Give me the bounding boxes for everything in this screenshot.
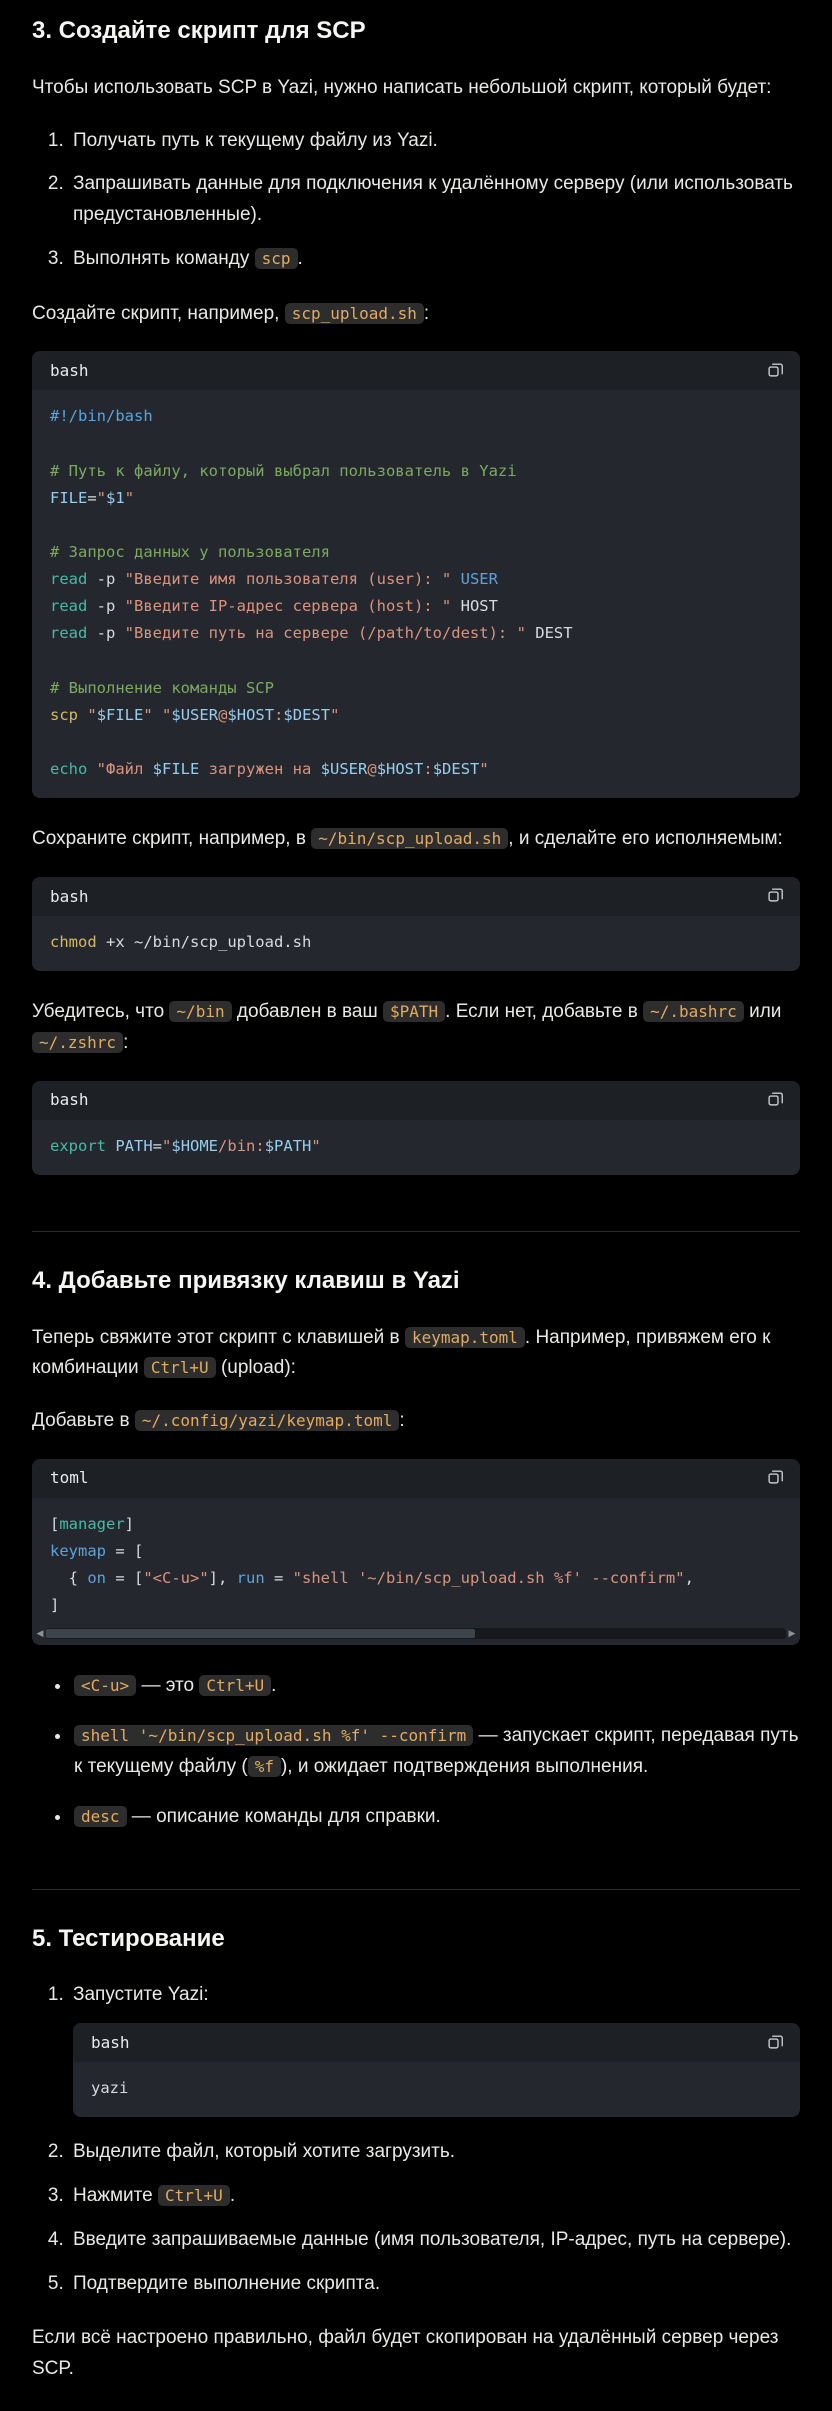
copy-button[interactable] bbox=[765, 1466, 786, 1490]
scrollbar-right-arrow-icon[interactable]: ▶ bbox=[786, 1627, 798, 1640]
list-item: Введите запрашиваемые данные (имя пользо… bbox=[69, 2225, 800, 2256]
code-block-export-path: bash export PATH="$HOME/bin:$PATH" bbox=[32, 1081, 800, 1175]
section-4-bullets-list: <C-u> — это Ctrl+U. shell '~/bin/scp_upl… bbox=[32, 1671, 800, 1832]
section-3-steps-list: Получать путь к текущему файлу из Yazi. … bbox=[32, 126, 800, 275]
copy-button[interactable] bbox=[765, 2031, 786, 2055]
list-item: Подтвердите выполнение скрипта. bbox=[69, 2269, 800, 2300]
code-content: #!/bin/bash # Путь к файлу, который выбр… bbox=[32, 390, 800, 798]
list-item: Выполнять команду scp. bbox=[69, 244, 800, 275]
inline-code: scp_upload.sh bbox=[285, 303, 424, 324]
list-item: <C-u> — это Ctrl+U. bbox=[72, 1671, 800, 1702]
code-language-label: bash bbox=[50, 884, 89, 910]
code-block-header: bash bbox=[32, 1081, 800, 1120]
code-language-label: toml bbox=[50, 1465, 89, 1491]
code-block-chmod: bash chmod +x ~/bin/scp_upload.sh bbox=[32, 877, 800, 971]
code-content: [manager]keymap = [ { on = ["<C-u>"], ru… bbox=[32, 1498, 800, 1624]
scrollbar-track[interactable] bbox=[46, 1628, 786, 1639]
copy-icon bbox=[767, 2033, 784, 2053]
inline-code: ~/.config/yazi/keymap.toml bbox=[135, 1410, 399, 1431]
code-language-label: bash bbox=[50, 1087, 89, 1113]
copy-icon bbox=[767, 886, 784, 906]
inline-code: desc bbox=[74, 1806, 127, 1827]
list-item: desc — описание команды для справки. bbox=[72, 1802, 800, 1833]
code-block-header: bash bbox=[32, 877, 800, 916]
section-divider bbox=[32, 1231, 800, 1232]
inline-code: scp bbox=[255, 248, 298, 269]
step-text: Запустите Yazi: bbox=[73, 1984, 209, 2005]
inline-code: ~/bin bbox=[169, 1001, 231, 1022]
inline-code: Ctrl+U bbox=[144, 1357, 216, 1378]
list-item: Нажмите Ctrl+U. bbox=[69, 2181, 800, 2212]
list-item: shell '~/bin/scp_upload.sh %f' --confirm… bbox=[72, 1721, 800, 1783]
ensure-path-paragraph: Убедитесь, что ~/bin добавлен в ваш $PAT… bbox=[32, 997, 800, 1059]
code-language-label: bash bbox=[50, 358, 89, 384]
save-script-paragraph: Сохраните скрипт, например, в ~/bin/scp_… bbox=[32, 824, 800, 855]
list-item: Запустите Yazi: bash yazi bbox=[69, 1980, 800, 2117]
closing-paragraph: Если всё настроено правильно, файл будет… bbox=[32, 2323, 800, 2385]
list-item: Запрашивать данные для подключения к уда… bbox=[69, 169, 800, 231]
list-item: Выделите файл, который хотите загрузить. bbox=[69, 2137, 800, 2168]
inline-code: $PATH bbox=[383, 1001, 445, 1022]
horizontal-scrollbar[interactable]: ◀ ▶ bbox=[32, 1627, 800, 1640]
copy-icon bbox=[767, 361, 784, 381]
code-block-header: toml bbox=[32, 1459, 800, 1498]
copy-button[interactable] bbox=[765, 884, 786, 908]
code-block-keymap-toml: toml [manager]keymap = [ { on = ["<C-u>"… bbox=[32, 1459, 800, 1646]
inline-code: shell '~/bin/scp_upload.sh %f' --confirm bbox=[74, 1725, 473, 1746]
code-block-upload-script: bash #!/bin/bash # Путь к файлу, который… bbox=[32, 351, 800, 798]
section-3-intro: Чтобы использовать SCP в Yazi, нужно нап… bbox=[32, 73, 800, 104]
list-item: Получать путь к текущему файлу из Yazi. bbox=[69, 126, 800, 157]
section-4-intro: Теперь свяжите этот скрипт с клавишей в … bbox=[32, 1323, 800, 1385]
copy-button[interactable] bbox=[765, 359, 786, 383]
inline-code: <C-u> bbox=[74, 1675, 136, 1696]
inline-code: Ctrl+U bbox=[199, 1675, 271, 1696]
code-block-header: bash bbox=[32, 351, 800, 390]
scrollbar-thumb[interactable] bbox=[46, 1629, 475, 1638]
inline-code: %f bbox=[248, 1756, 281, 1777]
section-4-heading: 4. Добавьте привязку клавиш в Yazi bbox=[32, 1262, 800, 1301]
code-block-header: bash bbox=[73, 2023, 800, 2062]
create-script-paragraph: Создайте скрипт, например, scp_upload.sh… bbox=[32, 299, 800, 330]
scrollbar-left-arrow-icon[interactable]: ◀ bbox=[34, 1627, 46, 1640]
section-divider bbox=[32, 1889, 800, 1890]
inline-code: ~/.zshrc bbox=[32, 1032, 123, 1053]
copy-button[interactable] bbox=[765, 1088, 786, 1112]
code-content: export PATH="$HOME/bin:$PATH" bbox=[32, 1120, 800, 1175]
copy-icon bbox=[767, 1090, 784, 1110]
code-content: chmod +x ~/bin/scp_upload.sh bbox=[32, 916, 800, 971]
inline-code: keymap.toml bbox=[405, 1327, 525, 1348]
inline-code: ~/bin/scp_upload.sh bbox=[311, 828, 508, 849]
code-content: yazi bbox=[73, 2062, 800, 2117]
code-block-yazi: bash yazi bbox=[73, 2023, 800, 2117]
inline-code: ~/.bashrc bbox=[643, 1001, 744, 1022]
copy-icon bbox=[767, 1468, 784, 1488]
section-5-heading: 5. Тестирование bbox=[32, 1920, 800, 1959]
code-language-label: bash bbox=[91, 2030, 130, 2056]
section-5-steps-list: Запустите Yazi: bash yazi Выделите файл,… bbox=[32, 1980, 800, 2299]
section-3-heading: 3. Создайте скрипт для SCP bbox=[32, 12, 800, 51]
add-to-keymap-paragraph: Добавьте в ~/.config/yazi/keymap.toml: bbox=[32, 1406, 800, 1437]
inline-code: Ctrl+U bbox=[158, 2185, 230, 2206]
